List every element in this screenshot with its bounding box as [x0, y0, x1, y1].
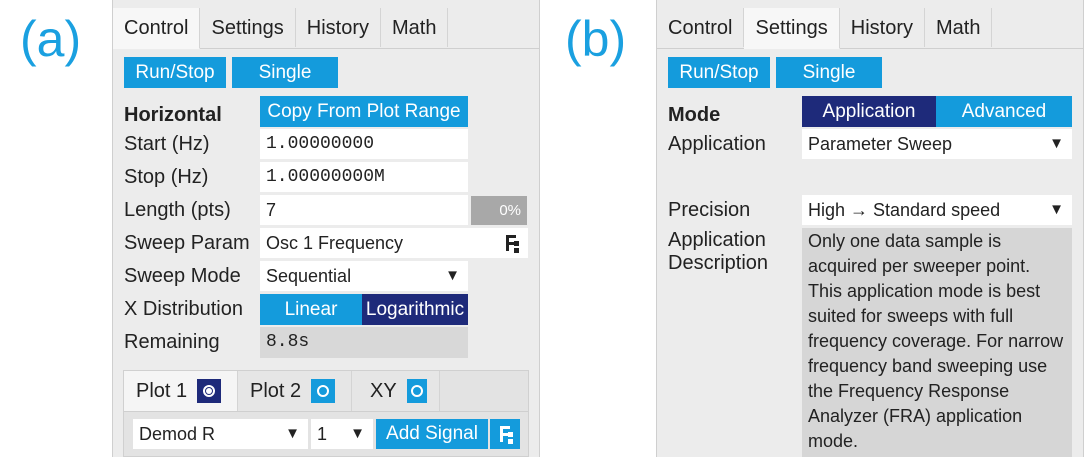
tree-icon [498, 425, 514, 444]
tab-math[interactable]: Math [924, 8, 993, 47]
signal-select[interactable]: Demod R ▼ [133, 419, 308, 449]
radio-icon[interactable] [406, 379, 427, 403]
single-button[interactable]: Single [776, 57, 882, 88]
horizontal-label: Horizontal [124, 104, 222, 126]
xy-label: XY [370, 379, 397, 402]
chevron-down-icon: ▼ [350, 425, 365, 442]
tab-control[interactable]: Control [657, 8, 745, 47]
panel-b: Control Settings History Math Run/Stop S… [656, 0, 1084, 457]
panel-a-tabbar: Control Settings History Math [113, 8, 539, 49]
length-field[interactable]: 7 [260, 195, 468, 225]
description-line: suited for sweeps with full [808, 306, 1014, 326]
mode-toggle: Application Advanced [802, 96, 1072, 127]
copy-from-plot-range-button[interactable]: Copy From Plot Range [260, 96, 468, 127]
precision-value: High → Standard speed [808, 200, 1001, 220]
chevron-down-icon: ▼ [1049, 201, 1064, 218]
description-line: the Frequency Response [808, 381, 1010, 401]
tab-settings[interactable]: Settings [200, 8, 296, 47]
tab-xy[interactable]: XY [352, 371, 440, 411]
description-line: frequency band sweeping use [808, 356, 1048, 376]
tabbar-fill [448, 8, 539, 48]
length-label: Length (pts) [124, 199, 231, 221]
plot-tabbar: Plot 1 Plot 2 XY [124, 371, 528, 412]
chevron-down-icon: ▼ [285, 425, 300, 442]
mode-label: Mode [668, 104, 721, 126]
radio-selected-icon[interactable] [197, 379, 222, 403]
description-label-line-1: Application [668, 229, 766, 251]
sweep-mode-value: Sequential [266, 266, 352, 286]
description-line: Only one data sample is [808, 231, 1002, 251]
channel-select[interactable]: 1 ▼ [311, 419, 373, 449]
radio-icon[interactable] [311, 379, 336, 403]
remaining-label: Remaining [124, 331, 220, 353]
panel-a: Control Settings History Math Run/Stop S… [112, 0, 540, 457]
panel-a-letter: (a) [20, 11, 82, 67]
single-button[interactable]: Single [232, 57, 338, 88]
description-line: This application mode is best [808, 281, 1041, 301]
tab-history[interactable]: History [839, 8, 925, 47]
x-distribution-logarithmic[interactable]: Logarithmic [362, 294, 468, 325]
signal-value: Demod R [139, 424, 216, 444]
tab-plot-1[interactable]: Plot 1 [124, 371, 238, 411]
plot-2-label: Plot 2 [250, 379, 302, 402]
description-line: frequency coverage. For narrow [808, 331, 1064, 351]
channel-value: 1 [317, 424, 328, 444]
x-distribution-label: X Distribution [124, 298, 243, 320]
add-signal-tree-button[interactable] [490, 419, 520, 449]
sweep-mode-label: Sweep Mode [124, 265, 241, 287]
add-signal-button[interactable]: Add Signal [376, 419, 488, 449]
plot-tabbar-fill [440, 371, 528, 411]
sweep-mode-select[interactable]: Sequential ▼ [260, 261, 468, 291]
tab-plot-2[interactable]: Plot 2 [238, 371, 352, 411]
precision-select[interactable]: High → Standard speed ▼ [802, 195, 1072, 225]
sweep-param-field[interactable]: Osc 1 Frequency [260, 228, 528, 258]
stop-label: Stop (Hz) [124, 166, 209, 188]
start-field[interactable]: 1.00000000 [260, 129, 468, 159]
application-label: Application [668, 133, 766, 155]
description-line: Analyzer (FRA) application [808, 406, 1023, 426]
tab-history[interactable]: History [295, 8, 381, 47]
chevron-down-icon: ▼ [1049, 135, 1064, 152]
run-stop-button[interactable]: Run/Stop [124, 57, 226, 88]
tab-control[interactable]: Control [113, 8, 201, 49]
description-line: mode. [808, 431, 859, 451]
run-stop-button[interactable]: Run/Stop [668, 57, 770, 88]
sweep-param-label: Sweep Param [124, 232, 250, 254]
mode-application[interactable]: Application [802, 96, 936, 127]
application-value: Parameter Sweep [808, 134, 953, 154]
tab-math[interactable]: Math [380, 8, 449, 47]
precision-label: Precision [668, 199, 751, 221]
tab-settings[interactable]: Settings [744, 8, 840, 49]
remaining-field: 8.8s [260, 327, 468, 358]
mode-advanced[interactable]: Advanced [936, 96, 1072, 127]
application-description: Only one data sample is acquired per swe… [802, 228, 1072, 457]
tabbar-fill [992, 8, 1083, 48]
start-label: Start (Hz) [124, 133, 210, 155]
description-line: acquired per sweeper point. [808, 256, 1031, 276]
chevron-down-icon: ▼ [445, 267, 460, 284]
tree-icon[interactable] [504, 234, 520, 253]
plot-1-label: Plot 1 [136, 379, 188, 402]
stop-field[interactable]: 1.00000000M [260, 162, 468, 192]
x-distribution-toggle: Linear Logarithmic [260, 294, 468, 325]
panel-b-tabbar: Control Settings History Math [657, 8, 1083, 49]
description-label-line-2: Description [668, 252, 769, 274]
sweep-param-value: Osc 1 Frequency [266, 233, 404, 253]
sweep-progress-bar: 0% [471, 196, 527, 225]
panel-b-letter: (b) [565, 11, 627, 67]
application-select[interactable]: Parameter Sweep ▼ [802, 129, 1072, 159]
x-distribution-linear[interactable]: Linear [260, 294, 362, 325]
